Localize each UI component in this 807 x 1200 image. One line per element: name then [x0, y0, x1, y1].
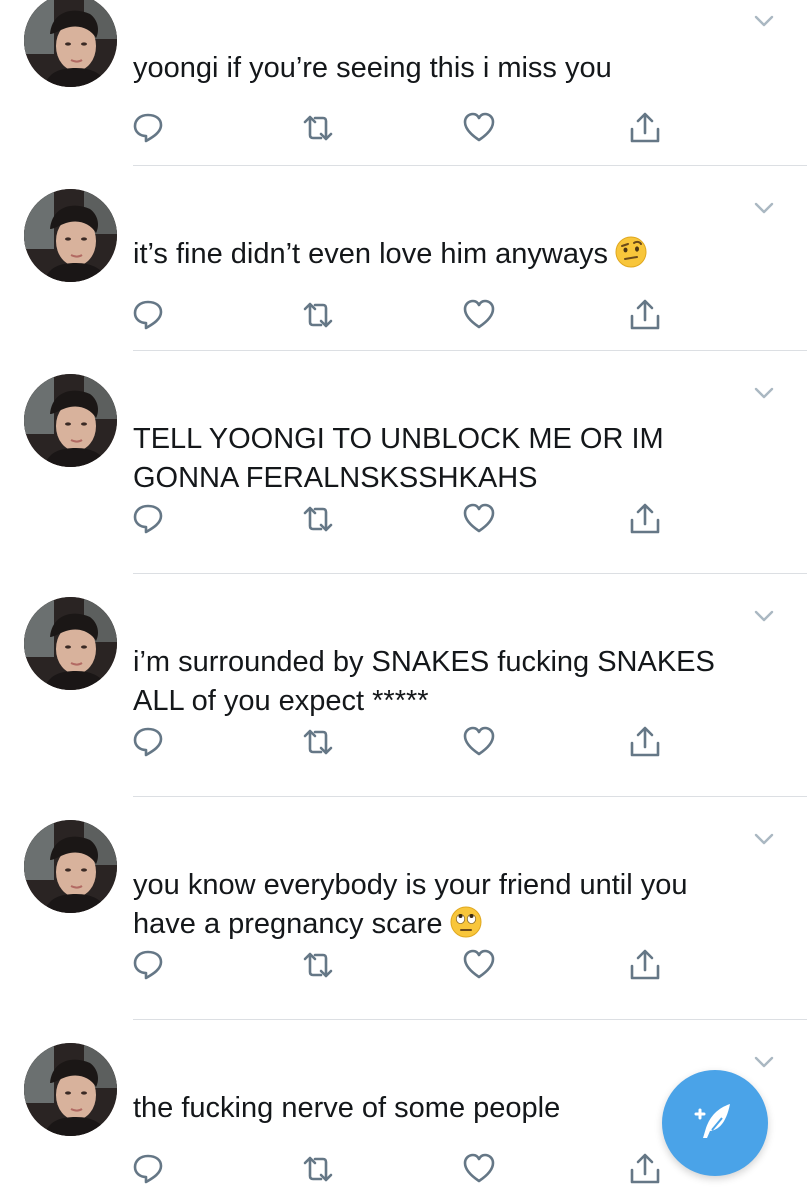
divider	[133, 165, 807, 166]
compose-tweet-icon	[694, 1104, 730, 1138]
tweet-text-content: GONNA FERALNSKSSHKAHS	[133, 462, 538, 494]
tweet-text-line: i’m surrounded by SNAKES fucking SNAKES	[133, 643, 773, 682]
chevron-down-icon[interactable]	[751, 380, 777, 406]
retweet-icon[interactable]	[301, 502, 335, 536]
heart-icon[interactable]	[462, 1152, 496, 1186]
avatar[interactable]	[24, 820, 117, 913]
tweet-text-content: you know everybody is your friend until …	[133, 869, 688, 901]
divider	[133, 796, 807, 797]
tweet-text-line: ALL of you expect *****	[133, 682, 773, 721]
tweet-text: you know everybody is your friend until …	[133, 866, 773, 944]
avatar[interactable]	[24, 374, 117, 467]
tweet-text: yoongi if you’re seeing this i miss you	[133, 49, 773, 88]
retweet-icon[interactable]	[301, 1152, 335, 1186]
tweet-text: it’s fine didn’t even love him anyways	[133, 235, 773, 274]
share-icon[interactable]	[628, 1152, 662, 1186]
raised-eyebrow-emoji	[614, 235, 648, 269]
retweet-icon[interactable]	[301, 948, 335, 982]
avatar[interactable]	[24, 1043, 117, 1136]
tweet[interactable]: i’m surrounded by SNAKES fucking SNAKES A…	[0, 593, 807, 778]
chevron-down-icon[interactable]	[751, 603, 777, 629]
share-icon[interactable]	[628, 502, 662, 536]
timeline: yoongi if you’re seeing this i miss you i…	[0, 0, 807, 1200]
share-icon[interactable]	[628, 298, 662, 332]
reply-icon[interactable]	[131, 1152, 165, 1186]
reply-icon[interactable]	[131, 298, 165, 332]
tweet-text-content: i’m surrounded by SNAKES fucking SNAKES	[133, 646, 715, 678]
reply-icon[interactable]	[131, 111, 165, 145]
heart-icon[interactable]	[462, 502, 496, 536]
heart-icon[interactable]	[462, 298, 496, 332]
eye-roll-emoji	[449, 905, 483, 939]
tweet-text-content: have a pregnancy scare	[133, 908, 443, 940]
tweet-text-line: you know everybody is your friend until …	[133, 866, 773, 905]
tweet[interactable]: yoongi if you’re seeing this i miss you	[0, 0, 807, 185]
tweet-text-line: GONNA FERALNSKSSHKAHS	[133, 459, 773, 498]
chevron-down-icon[interactable]	[751, 826, 777, 852]
tweet-text-content: it’s fine didn’t even love him anyways	[133, 238, 608, 270]
share-icon[interactable]	[628, 111, 662, 145]
tweet-text-content: yoongi if you’re seeing this i miss you	[133, 52, 612, 84]
tweet-text-line: have a pregnancy scare	[133, 905, 773, 944]
tweet[interactable]: TELL YOONGI TO UNBLOCK ME OR IM GONNA FER…	[0, 370, 807, 555]
avatar[interactable]	[24, 0, 117, 87]
share-icon[interactable]	[628, 725, 662, 759]
tweet-text-content: ALL of you expect *****	[133, 685, 429, 717]
retweet-icon[interactable]	[301, 725, 335, 759]
tweet-text-line: it’s fine didn’t even love him anyways	[133, 235, 773, 274]
avatar[interactable]	[24, 597, 117, 690]
retweet-icon[interactable]	[301, 111, 335, 145]
divider	[133, 350, 807, 351]
chevron-down-icon[interactable]	[751, 8, 777, 34]
reply-icon[interactable]	[131, 948, 165, 982]
chevron-down-icon[interactable]	[751, 1049, 777, 1075]
retweet-icon[interactable]	[301, 298, 335, 332]
tweet-text-line: yoongi if you’re seeing this i miss you	[133, 49, 773, 88]
avatar[interactable]	[24, 189, 117, 282]
tweet-text-content: the fucking nerve of some people	[133, 1092, 561, 1124]
tweet[interactable]: it’s fine didn’t even love him anyways	[0, 185, 807, 370]
heart-icon[interactable]	[462, 725, 496, 759]
compose-tweet-button[interactable]	[662, 1070, 768, 1176]
heart-icon[interactable]	[462, 111, 496, 145]
reply-icon[interactable]	[131, 725, 165, 759]
tweet-text-line: TELL YOONGI TO UNBLOCK ME OR IM	[133, 420, 773, 459]
reply-icon[interactable]	[131, 502, 165, 536]
divider	[133, 573, 807, 574]
divider	[133, 1019, 807, 1020]
chevron-down-icon[interactable]	[751, 195, 777, 221]
tweet[interactable]: you know everybody is your friend until …	[0, 816, 807, 1001]
tweet-text-content: TELL YOONGI TO UNBLOCK ME OR IM	[133, 423, 664, 455]
share-icon[interactable]	[628, 948, 662, 982]
tweet-text: i’m surrounded by SNAKES fucking SNAKES A…	[133, 643, 773, 721]
heart-icon[interactable]	[462, 948, 496, 982]
tweet-text: TELL YOONGI TO UNBLOCK ME OR IM GONNA FER…	[133, 420, 773, 498]
